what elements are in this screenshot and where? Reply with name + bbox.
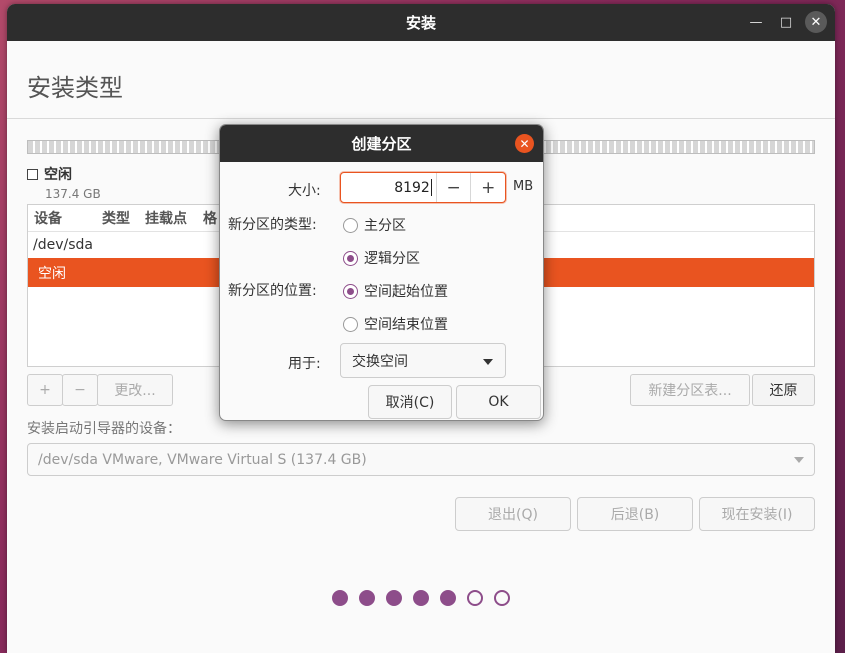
back-button[interactable]: 后退(B) — [577, 497, 693, 531]
use-as-value: 交换空间 — [352, 353, 408, 370]
radio-primary-indicator — [343, 217, 358, 233]
radio-primary-label: 主分区 — [364, 218, 406, 234]
change-partition-button[interactable]: 更改... — [97, 374, 173, 406]
use-as-combobox[interactable]: 交换空间 — [340, 343, 506, 378]
close-icon[interactable]: ✕ — [515, 134, 534, 153]
size-label: 大小: — [288, 183, 321, 199]
revert-button[interactable]: 还原 — [752, 374, 815, 406]
new-partition-table-button[interactable]: 新建分区表... — [630, 374, 750, 406]
window-controls: — □ ✕ — [745, 11, 827, 33]
col-mount[interactable]: 挂载点 — [139, 208, 197, 228]
progress-dot — [332, 590, 348, 606]
install-now-button[interactable]: 现在安装(I) — [699, 497, 815, 531]
dialog-title-bar: 创建分区 ✕ — [220, 125, 543, 162]
legend-name: 空闲 — [44, 167, 72, 183]
progress-dot — [413, 590, 429, 606]
divider — [7, 118, 835, 119]
progress-dot — [440, 590, 456, 606]
radio-primary[interactable]: 主分区 — [343, 215, 406, 235]
legend-size: 137.4 GB — [45, 187, 101, 201]
title-bar: 安装 — □ ✕ — [7, 4, 835, 41]
progress-dot — [359, 590, 375, 606]
boot-loader-value: /dev/sda VMware, VMware Virtual S (137.4… — [38, 451, 367, 468]
boot-loader-label: 安装启动引导器的设备： — [27, 421, 181, 437]
boot-loader-select[interactable]: /dev/sda VMware, VMware Virtual S (137.4… — [27, 443, 815, 476]
chevron-down-icon — [794, 457, 804, 463]
partition-type-label: 新分区的类型: — [228, 217, 317, 233]
dialog-title: 创建分区 — [351, 135, 412, 153]
close-icon[interactable]: ✕ — [805, 11, 827, 33]
text-caret — [430, 179, 432, 196]
radio-start[interactable]: 空间起始位置 — [343, 281, 448, 301]
use-as-label: 用于: — [288, 356, 321, 372]
dropdown-arrow-icon — [483, 359, 493, 365]
radio-logical-indicator — [343, 250, 358, 266]
progress-dots — [332, 590, 510, 606]
remove-partition-button[interactable]: − — [62, 374, 98, 406]
disk-legend: 空闲 137.4 GB — [27, 164, 101, 201]
size-input[interactable]: 8192 — [341, 173, 436, 202]
col-type[interactable]: 类型 — [96, 208, 139, 228]
legend-swatch — [27, 168, 38, 180]
decrement-button[interactable]: − — [435, 173, 471, 202]
radio-start-label: 空间起始位置 — [364, 284, 448, 300]
quit-button[interactable]: 退出(Q) — [455, 497, 571, 531]
maximize-icon[interactable]: □ — [775, 11, 797, 33]
size-spinbutton[interactable]: 8192 − + — [340, 172, 506, 203]
add-partition-button[interactable]: + — [27, 374, 63, 406]
radio-end[interactable]: 空间结束位置 — [343, 314, 448, 334]
radio-logical-label: 逻辑分区 — [364, 251, 420, 267]
progress-dot — [467, 590, 483, 606]
radio-end-indicator — [343, 316, 358, 332]
ok-button[interactable]: OK — [456, 385, 541, 419]
partition-location-label: 新分区的位置: — [228, 283, 317, 299]
radio-start-indicator — [343, 283, 358, 299]
page-title: 安装类型 — [27, 74, 123, 102]
col-device[interactable]: 设备 — [28, 208, 96, 228]
minimize-icon[interactable]: — — [745, 11, 767, 33]
cancel-button[interactable]: 取消(C) — [368, 385, 452, 419]
create-partition-dialog: 创建分区 ✕ 大小: 8192 − + MB 新分区的类型: 主分区 逻辑分区 … — [219, 124, 544, 421]
progress-dot — [494, 590, 510, 606]
window-title: 安装 — [405, 14, 436, 32]
radio-logical[interactable]: 逻辑分区 — [343, 248, 420, 268]
progress-dot — [386, 590, 402, 606]
radio-end-label: 空间结束位置 — [364, 317, 448, 333]
increment-button[interactable]: + — [470, 173, 505, 202]
size-unit: MB — [513, 179, 534, 194]
size-value: 8192 — [394, 179, 430, 196]
